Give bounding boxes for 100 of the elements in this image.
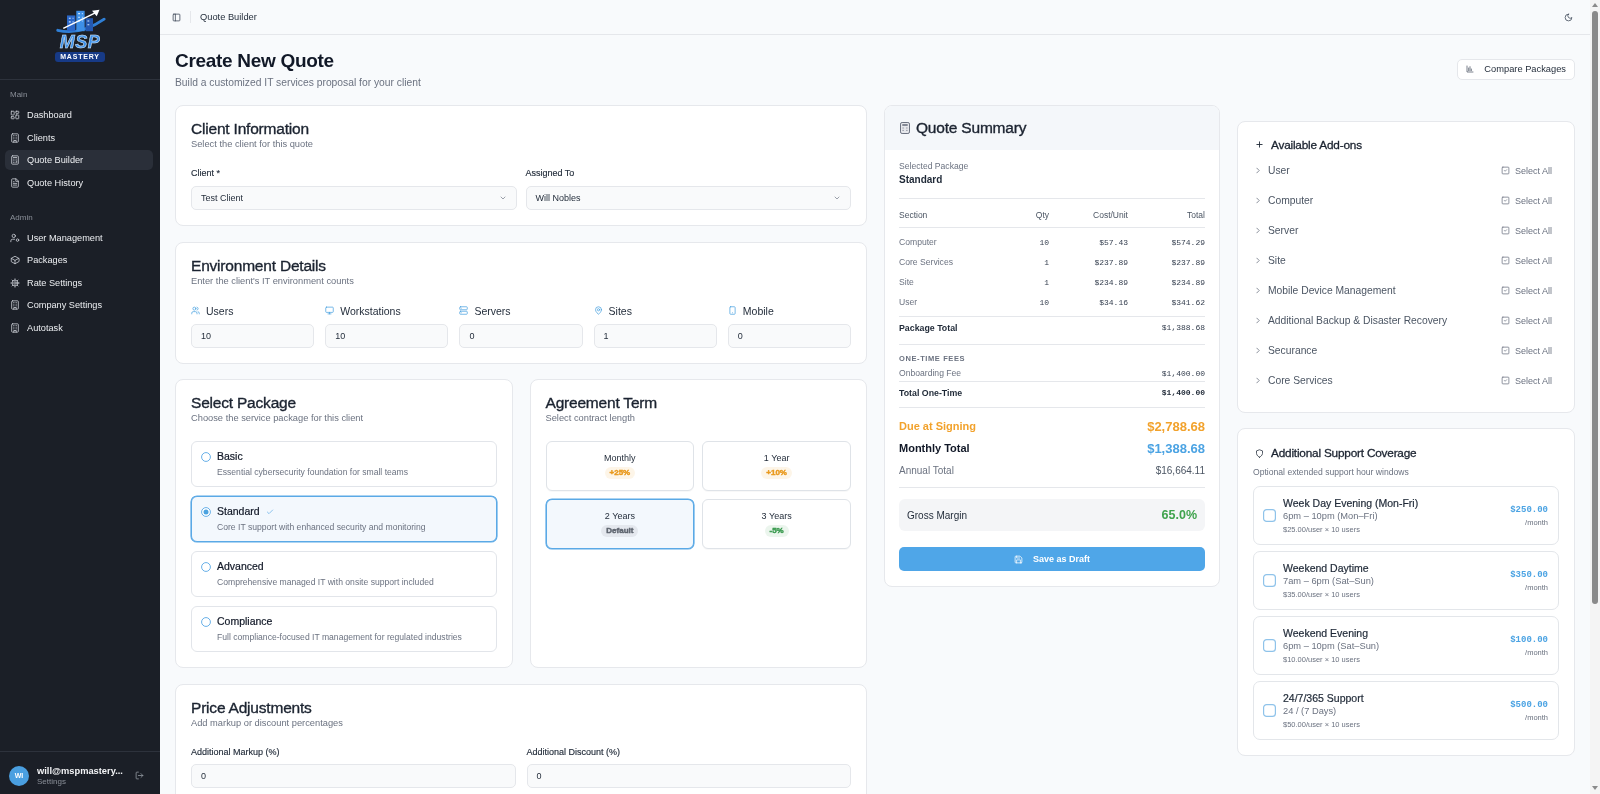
sidebar-item[interactable]: Dashboard <box>5 105 153 126</box>
select-all-button[interactable]: Select All <box>1500 195 1552 206</box>
selected-package-label: Selected Package <box>899 160 970 172</box>
server-icon <box>459 306 469 315</box>
select-all-button[interactable]: Select All <box>1500 165 1552 176</box>
package-name: Advanced <box>217 560 264 573</box>
term-badge: -5% <box>764 525 789 537</box>
package-option[interactable]: Basic Essential cybersecurity foundation for small teams <box>191 441 497 487</box>
select-all-button[interactable]: Select All <box>1500 285 1552 296</box>
table-header-cell-text: Qty <box>1034 209 1049 221</box>
radio-button[interactable] <box>201 561 211 572</box>
input-field[interactable]: 1 <box>593 323 717 348</box>
sidebar-item[interactable]: Packages <box>5 250 153 271</box>
select-all-button[interactable]: Select All <box>1500 345 1552 356</box>
card-title: Available Add-ons <box>1271 136 1362 153</box>
term-option[interactable]: 3 Years -5% <box>702 499 851 549</box>
table-cell-text: Computer <box>899 237 938 247</box>
input-field[interactable]: 0 <box>459 323 583 348</box>
add-on-category[interactable]: User <box>1256 165 1290 177</box>
field-label: Workstations <box>340 303 401 318</box>
checkbox[interactable] <box>1263 574 1276 588</box>
input-field[interactable]: 10 <box>191 323 315 348</box>
add-on-category[interactable]: Server <box>1256 225 1299 237</box>
map-pin-icon <box>593 306 603 315</box>
grid-icon <box>10 110 20 121</box>
checkbox-icon <box>1500 196 1510 206</box>
input-field[interactable]: 0 <box>727 323 851 348</box>
checkbox-icon <box>1500 256 1510 266</box>
add-on-category[interactable]: Additional Backup & Disaster Recovery <box>1256 315 1448 327</box>
coverage-price: $100.00 <box>1510 633 1548 646</box>
input-field[interactable]: 10 <box>325 323 449 348</box>
radio-button[interactable] <box>201 451 211 462</box>
card-title: Environment Details <box>191 256 327 275</box>
field-label: Additional Discount (%) <box>526 747 622 758</box>
term-option[interactable]: 2 Years Default <box>545 499 695 549</box>
term-badge: +25% <box>604 467 636 479</box>
panel-icon[interactable] <box>172 12 181 22</box>
total-value: $16,664.11 <box>1155 464 1205 478</box>
term-label: Monthly <box>604 453 636 464</box>
table-cell-text: User <box>899 297 919 307</box>
sidebar-item[interactable]: Quote Builder <box>5 150 153 171</box>
scroll-up-icon[interactable] <box>1592 3 1598 7</box>
checkbox[interactable] <box>1263 639 1276 653</box>
input-field[interactable]: 0 <box>526 764 851 788</box>
select-all-button[interactable]: Select All <box>1500 225 1552 236</box>
sidebar-item[interactable]: Quote History <box>5 172 153 193</box>
sidebar-section-label: Main <box>9 89 29 101</box>
sidebar-item[interactable]: Rate Settings <box>5 272 153 293</box>
total-value: $2,788.68 <box>1147 419 1205 434</box>
package-description: Comprehensive managed IT with onsite support included <box>217 577 435 588</box>
scrollbar-thumb[interactable] <box>1592 11 1598 604</box>
term-label: 3 Years <box>761 511 792 522</box>
radio-button[interactable] <box>201 506 211 517</box>
table-cell-text: $574.29 <box>1170 237 1205 247</box>
checkbox[interactable] <box>1263 509 1276 523</box>
select-all-button[interactable]: Select All <box>1500 315 1552 326</box>
term-option[interactable]: 1 Year +10% <box>702 441 851 491</box>
select-all-button[interactable]: Select All <box>1500 375 1552 386</box>
card-title: Select Package <box>191 394 297 412</box>
table-cell-text: Site <box>899 277 915 287</box>
user-email: will@mspmastery... <box>37 764 123 777</box>
select-all-button[interactable]: Select All <box>1500 255 1552 266</box>
compare-packages-button[interactable]: Compare Packages <box>1457 58 1575 80</box>
smartphone-icon <box>727 306 737 315</box>
package-option[interactable]: Advanced Comprehensive managed IT with onsite support included <box>191 551 497 597</box>
select-field[interactable]: Test Client <box>191 186 517 210</box>
sidebar-item[interactable]: Autotask <box>5 317 153 338</box>
chevron-down-icon <box>498 194 507 202</box>
sidebar-item[interactable]: User Management <box>5 227 153 248</box>
scroll-down-icon[interactable] <box>1592 786 1598 790</box>
add-on-category[interactable]: Mobile Device Management <box>1256 285 1396 297</box>
package-name: Compliance <box>217 615 273 628</box>
logout-icon[interactable] <box>135 771 144 780</box>
building-icon <box>10 132 20 143</box>
sidebar-item[interactable]: Company Settings <box>5 295 153 316</box>
card-title: Client Information <box>191 120 310 138</box>
coverage-hours: 7am – 6pm (Sat–Sun) <box>1283 574 1374 587</box>
add-on-category[interactable]: Computer <box>1256 195 1314 207</box>
radio-button[interactable] <box>201 616 211 627</box>
card-subtitle: Select contract length <box>545 412 636 424</box>
sidebar-item[interactable]: Clients <box>5 127 153 148</box>
table-cell-text: Core Services <box>899 257 954 267</box>
add-on-category[interactable]: Core Services <box>1256 375 1333 387</box>
gross-margin-label: Gross Margin <box>907 509 967 521</box>
checkbox-icon <box>1500 316 1510 326</box>
checkbox[interactable] <box>1263 704 1276 718</box>
scrollbar[interactable] <box>1590 0 1600 794</box>
moon-icon[interactable] <box>1564 12 1573 22</box>
add-on-category[interactable]: Site <box>1256 255 1286 267</box>
add-on-category[interactable]: Securance <box>1256 345 1318 357</box>
card-title: Quote Summary <box>916 119 1027 137</box>
package-option[interactable]: Compliance Full compliance-focused IT management for regulated industries <box>191 606 497 652</box>
input-field[interactable]: 0 <box>191 764 516 788</box>
term-option[interactable]: Monthly +25% <box>545 441 695 491</box>
page-title: Create New Quote <box>175 49 335 73</box>
package-option[interactable]: Standard Core IT support with enhanced security and monitoring <box>191 496 497 542</box>
coverage-hours: 6pm – 10pm (Sat–Sun) <box>1283 639 1380 652</box>
table-cell-text: $57.43 <box>1098 237 1128 247</box>
select-field[interactable]: Will Nobles <box>525 186 851 210</box>
table-cell-text: 10 <box>1038 237 1049 247</box>
